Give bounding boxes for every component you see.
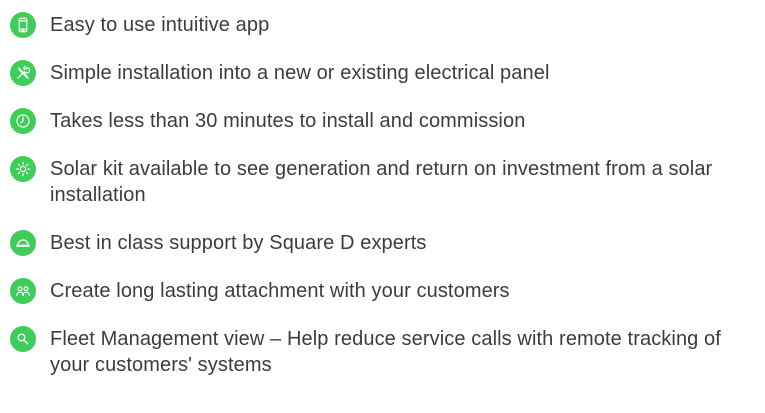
feature-item: Best in class support by Square D expert… (10, 230, 755, 256)
feature-text: Solar kit available to see generation an… (50, 158, 713, 206)
feature-item: Easy to use intuitive app (10, 12, 755, 38)
sun-icon (10, 156, 36, 182)
feature-item: Takes less than 30 minutes to install an… (10, 108, 755, 134)
feature-text: Best in class support by Square D expert… (50, 232, 427, 254)
feature-item: Solar kit available to see generation an… (10, 156, 755, 208)
feature-item: Simple installation into a new or existi… (10, 60, 755, 86)
feature-text: Simple installation into a new or existi… (50, 62, 550, 84)
feature-text: Create long lasting attachment with your… (50, 280, 510, 302)
feature-text: Takes less than 30 minutes to install an… (50, 110, 526, 132)
tools-icon (10, 60, 36, 86)
feature-text: Fleet Management view – Help reduce serv… (50, 328, 721, 376)
people-icon (10, 278, 36, 304)
feature-text: Easy to use intuitive app (50, 14, 270, 36)
feature-item: Fleet Management view – Help reduce serv… (10, 326, 755, 378)
smartphone-icon (10, 12, 36, 38)
feature-list: Easy to use intuitive app Simple install… (10, 12, 755, 400)
magnifier-icon (10, 326, 36, 352)
clock-icon (10, 108, 36, 134)
hard-hat-icon (10, 230, 36, 256)
feature-item: Create long lasting attachment with your… (10, 278, 755, 304)
